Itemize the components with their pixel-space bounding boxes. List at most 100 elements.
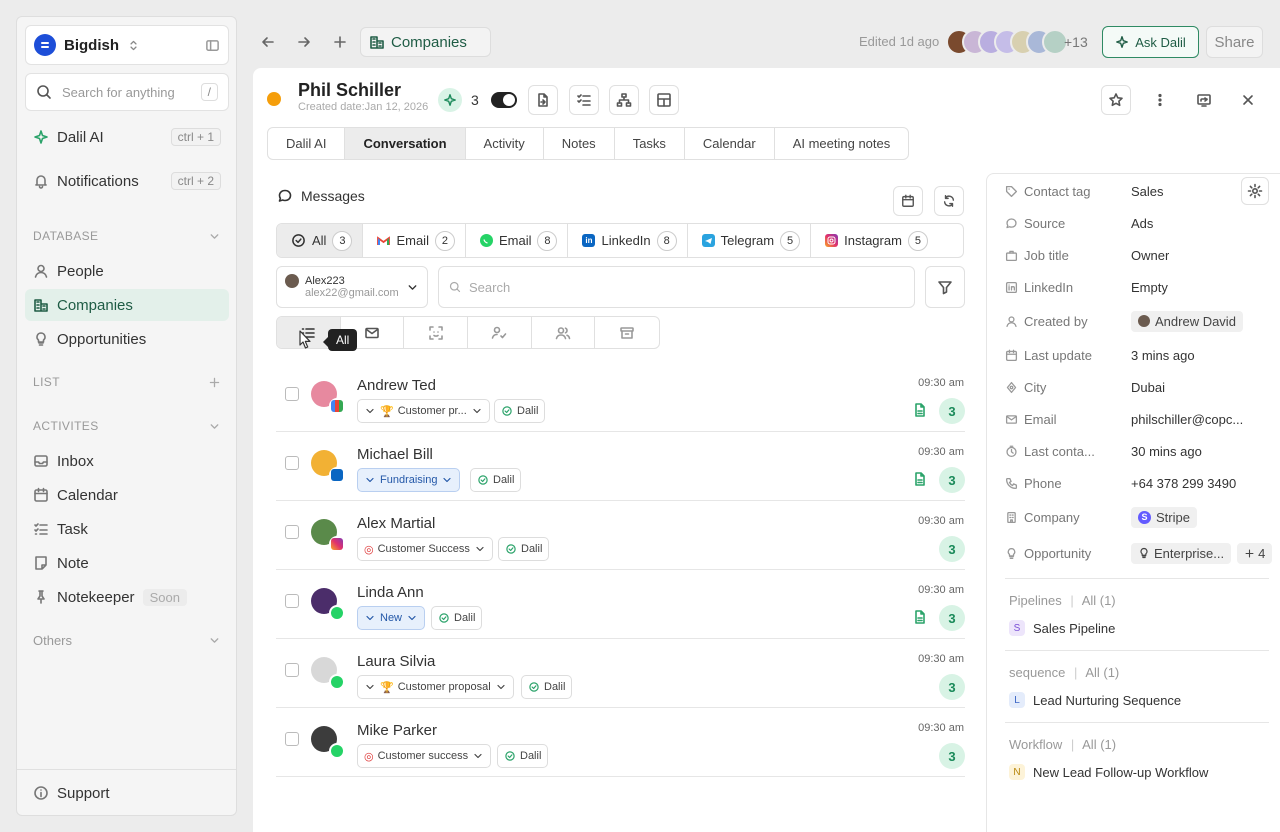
stage-tag[interactable]: Fundraising	[357, 468, 461, 492]
channel-tab-gmail[interactable]: Email 2	[363, 224, 466, 257]
workspace-switcher[interactable]: Bigdish	[25, 25, 229, 65]
property-company[interactable]: Company S Stripe	[1005, 505, 1275, 529]
property-last-contact[interactable]: Last conta... 30 mins ago	[1005, 439, 1275, 463]
property-opportunity[interactable]: Opportunity Enterprise... 4	[1005, 541, 1275, 565]
group-header-sequence[interactable]: sequence | All (1)	[1009, 665, 1119, 680]
property-created-by[interactable]: Created by Andrew David	[1005, 309, 1275, 333]
nav-note[interactable]: Note	[25, 547, 229, 579]
tab-ai-meeting-notes[interactable]: AI meeting notes	[775, 128, 909, 159]
section-others[interactable]: Others	[33, 633, 221, 648]
sidebar-collapse-icon[interactable]	[205, 38, 220, 53]
export-button[interactable]	[528, 85, 558, 115]
global-search-input[interactable]: Search for anything /	[25, 73, 229, 111]
close-button[interactable]	[1233, 85, 1263, 115]
subtab-scan[interactable]	[404, 317, 469, 348]
agent-tag[interactable]: Dalil	[470, 468, 522, 492]
more-opportunities-chip[interactable]: 4	[1237, 542, 1273, 564]
agent-tag[interactable]: Dalil	[431, 606, 483, 630]
nav-opportunities[interactable]: Opportunities	[25, 323, 229, 355]
section-database[interactable]: DATABASE	[33, 229, 221, 243]
section-activites[interactable]: ACTIVITES	[33, 419, 221, 433]
nav-calendar[interactable]: Calendar	[25, 479, 229, 511]
subtab-team[interactable]	[532, 317, 596, 348]
conversation-row[interactable]: Mike Parker ◎ Customer success Dalil 09:…	[276, 708, 965, 777]
agent-tag[interactable]: Dalil	[497, 744, 549, 768]
nav-support[interactable]: Support	[25, 777, 229, 809]
row-checkbox[interactable]	[285, 387, 299, 401]
nav-notifications[interactable]: Notifications ctrl + 2	[25, 165, 229, 197]
back-button[interactable]	[256, 30, 280, 54]
nav-dalil-ai[interactable]: Dalil AI ctrl + 1	[25, 121, 229, 153]
hierarchy-button[interactable]	[609, 85, 639, 115]
section-list[interactable]: LIST	[33, 375, 221, 389]
row-checkbox[interactable]	[285, 663, 299, 677]
open-window-button[interactable]	[1189, 85, 1219, 115]
channel-tab-linkedin[interactable]: in LinkedIn 8	[568, 224, 688, 257]
tab-calendar[interactable]: Calendar	[685, 128, 775, 159]
channel-tab-telegram[interactable]: Telegram 5	[688, 224, 812, 257]
stage-tag[interactable]: 🏆 Customer proposal	[357, 675, 514, 699]
sequence-item[interactable]: L Lead Nurturing Sequence	[1009, 692, 1181, 708]
property-phone[interactable]: Phone +64 378 299 3490	[1005, 471, 1275, 495]
agent-tag[interactable]: Dalil	[498, 537, 550, 561]
channel-tab-whatsapp[interactable]: Email 8	[466, 224, 569, 257]
nav-companies[interactable]: Companies	[25, 289, 229, 321]
nav-people[interactable]: People	[25, 255, 229, 287]
stage-tag[interactable]: ◎ Customer Success	[357, 537, 493, 561]
property-source[interactable]: Source Ads	[1005, 211, 1275, 235]
conversation-row[interactable]: Andrew Ted 🏆 Customer pr... Dalil 09:30 …	[276, 363, 965, 432]
share-button[interactable]: Share	[1206, 26, 1263, 58]
agent-tag[interactable]: Dalil	[494, 399, 546, 423]
property-linkedin[interactable]: LinkedIn Empty	[1005, 275, 1275, 299]
pipeline-item[interactable]: S Sales Pipeline	[1009, 620, 1115, 636]
property-job-title[interactable]: Job title Owner	[1005, 243, 1275, 267]
channel-tab-all[interactable]: All 3	[277, 224, 364, 257]
subtab-archive[interactable]	[595, 317, 659, 348]
conversation-row[interactable]: Laura Silvia 🏆 Customer proposal Dalil 0…	[276, 639, 965, 708]
ai-sparkle-badge[interactable]	[438, 88, 462, 112]
record-toggle[interactable]	[491, 92, 517, 108]
forward-button[interactable]	[292, 30, 316, 54]
refresh-button[interactable]	[934, 186, 964, 216]
row-checkbox[interactable]	[285, 456, 299, 470]
workflow-item[interactable]: N New Lead Follow-up Workflow	[1009, 764, 1208, 780]
nav-inbox[interactable]: Inbox	[25, 445, 229, 477]
nav-notekeeper[interactable]: Notekeeper Soon	[25, 581, 229, 613]
channel-tab-instagram[interactable]: Instagram 5	[811, 224, 938, 257]
breadcrumb[interactable]: Companies	[360, 27, 491, 57]
row-checkbox[interactable]	[285, 732, 299, 746]
calendar-filter-button[interactable]	[893, 186, 923, 216]
checklist-button[interactable]	[569, 85, 599, 115]
tab-notes[interactable]: Notes	[544, 128, 615, 159]
property-city[interactable]: City Dubai	[1005, 375, 1275, 399]
property-email[interactable]: Email philschiller@copc...	[1005, 407, 1275, 431]
group-header-pipelines[interactable]: Pipelines | All (1)	[1009, 593, 1116, 608]
layout-button[interactable]	[649, 85, 679, 115]
tab-activity[interactable]: Activity	[466, 128, 544, 159]
conversation-row[interactable]: Alex Martial ◎ Customer Success Dalil 09…	[276, 501, 965, 570]
filter-button[interactable]	[925, 266, 965, 308]
plus-icon[interactable]	[208, 376, 221, 389]
subtab-assigned[interactable]	[468, 317, 532, 348]
favorite-button[interactable]	[1101, 85, 1131, 115]
tab-tasks[interactable]: Tasks	[615, 128, 685, 159]
group-header-workflow[interactable]: Workflow | All (1)	[1009, 737, 1116, 752]
conversation-row[interactable]: Linda Ann New Dalil 09:30 am 3	[276, 570, 965, 639]
collaborator-avatars[interactable]	[946, 29, 1068, 55]
stage-tag[interactable]: 🏆 Customer pr...	[357, 399, 490, 423]
row-checkbox[interactable]	[285, 525, 299, 539]
property-last-update[interactable]: Last update 3 mins ago	[1005, 343, 1275, 367]
row-checkbox[interactable]	[285, 594, 299, 608]
ask-dalil-button[interactable]: Ask Dalil	[1102, 26, 1199, 58]
agent-tag[interactable]: Dalil	[521, 675, 573, 699]
nav-task[interactable]: Task	[25, 513, 229, 545]
message-search-input[interactable]: Search	[438, 266, 915, 308]
account-selector[interactable]: Alex223 alex22@gmail.com	[276, 266, 428, 308]
more-options-button[interactable]	[1145, 85, 1175, 115]
tab-conversation[interactable]: Conversation	[345, 128, 466, 159]
stage-tag[interactable]: ◎ Customer success	[357, 744, 492, 768]
tab-dalil-ai[interactable]: Dalil AI	[268, 128, 346, 159]
property-contact-tag[interactable]: Contact tag Sales	[1005, 179, 1275, 203]
new-tab-button[interactable]	[328, 30, 352, 54]
stage-tag[interactable]: New	[357, 606, 426, 630]
